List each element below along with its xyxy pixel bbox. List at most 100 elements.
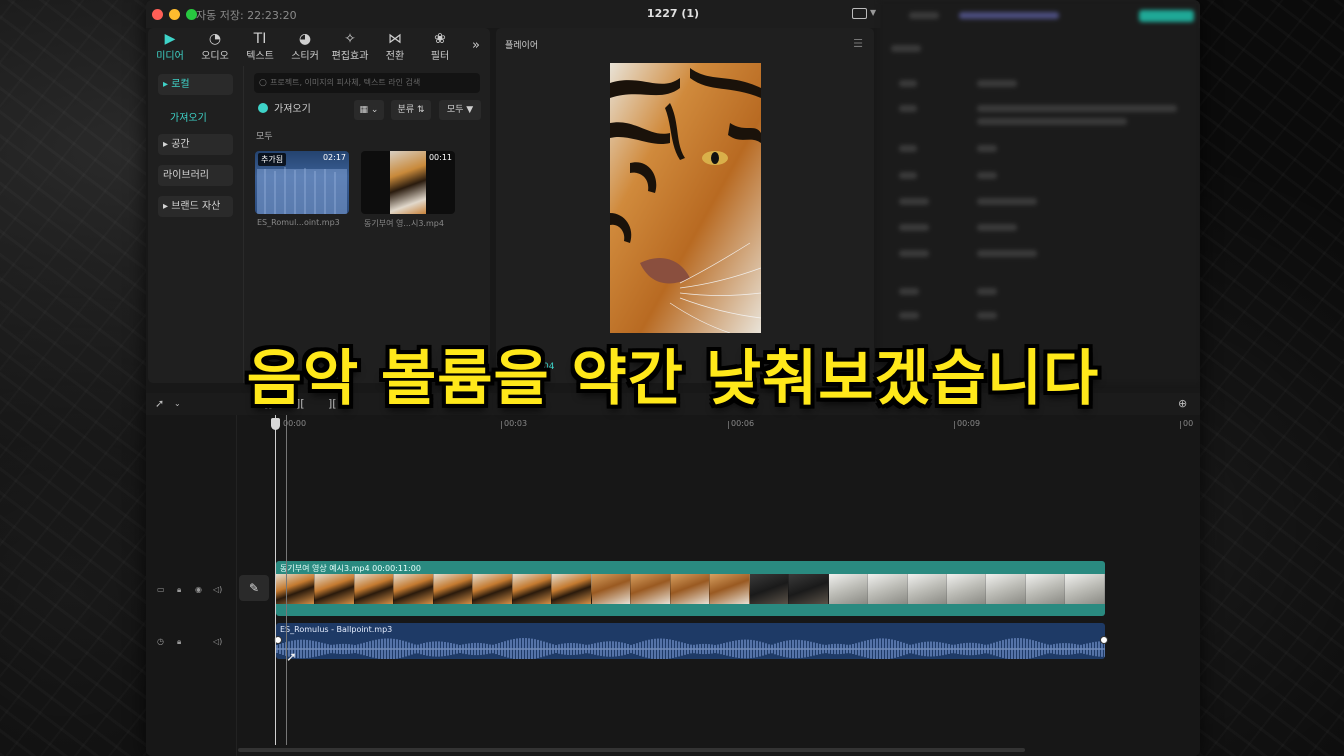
video-clip-label: 동기부여 영상 예시3.mp4 00:00:11:00 [280, 564, 421, 573]
blurred-field [977, 172, 997, 179]
waveform-bar [1011, 638, 1013, 659]
waveform-bar [303, 639, 305, 659]
waveform-bar [936, 641, 938, 657]
playhead[interactable] [275, 415, 276, 745]
media-item-video[interactable]: 00:11 [361, 151, 455, 214]
export-button[interactable] [1139, 10, 1194, 22]
waveform-bar [504, 641, 506, 657]
waveform-bar [999, 640, 1001, 658]
waveform-bar [399, 639, 401, 659]
sidebar-item-space[interactable]: ▸ 공간 [158, 134, 233, 155]
video-frame [394, 574, 434, 604]
waveform-bar [600, 642, 602, 656]
audio-clip[interactable]: ES_Romulus - Ballpoint.mp3 [276, 623, 1105, 659]
speaker-icon[interactable]: ◁) [213, 637, 222, 646]
video-frame [868, 574, 908, 604]
layout-icon[interactable] [852, 8, 867, 19]
preview-video-tiger[interactable] [610, 63, 761, 333]
waveform-bar [765, 643, 767, 655]
speaker-icon[interactable]: ◁) [213, 585, 222, 594]
waveform-bar [474, 642, 476, 656]
sidebar-item-brand-assets[interactable]: ▸ 브랜드 자산 [158, 196, 233, 217]
waveform-bar [468, 643, 470, 655]
waveform-bar [621, 642, 623, 656]
media-toolstrip: ▶ 미디어 ◔ 오디오 TI 텍스트 ◕ 스티커 ✧ 편집효과 ⋈ 전환 ❀ 필터 [148, 28, 490, 64]
tab-transition[interactable]: ⋈ 전환 [373, 31, 417, 62]
sidebar-item-library[interactable]: 라이브러리 [158, 165, 233, 186]
waveform-bar [510, 639, 512, 659]
waveform-bar [1002, 640, 1004, 658]
blurred-field [891, 45, 921, 52]
waveform-bar [852, 643, 854, 655]
waveform-bar [1062, 643, 1064, 655]
blurred-field [899, 224, 929, 231]
filter-all-button[interactable]: 모두 ▼ [439, 100, 481, 120]
waveform-bar [705, 643, 707, 655]
sidebar-item-import[interactable]: 가져오기 [170, 109, 207, 124]
view-mode-toggle[interactable]: ▦ ⌄ [354, 100, 384, 120]
timeline-scrollbar[interactable] [238, 748, 1025, 752]
edit-pencil-button[interactable]: ✎ [239, 575, 269, 601]
waveform-bar [381, 638, 383, 659]
waveform-bar [816, 643, 818, 655]
import-button[interactable]: 가져오기 [258, 100, 311, 115]
playhead-handle[interactable] [271, 418, 280, 430]
sort-button[interactable]: 분류 ⇅ [391, 100, 431, 120]
waveform-bar [1086, 643, 1088, 655]
blurred-field [899, 198, 929, 205]
blurred-field [977, 105, 1177, 112]
eye-icon[interactable]: ◉ [195, 585, 202, 594]
video-frame [670, 574, 711, 604]
waveform-bar [321, 642, 323, 656]
search-icon: ○ [259, 78, 267, 88]
waveform-bar [543, 641, 545, 657]
waveform-bar [555, 644, 557, 654]
lock-icon[interactable]: 🔒︎ [177, 585, 181, 595]
waveform-bar [492, 644, 494, 654]
lock-icon[interactable]: 🔒︎ [177, 637, 181, 647]
waveform-bar [585, 644, 587, 654]
waveform-bar [873, 638, 875, 659]
waveform-bar [582, 644, 584, 654]
waveform-bar [339, 643, 341, 655]
tab-audio[interactable]: ◔ 오디오 [193, 31, 237, 62]
ruler-label: 00 [1183, 419, 1194, 428]
tab-effects[interactable]: ✧ 편집효과 [328, 31, 372, 62]
audio-duration: 02:17 [322, 153, 346, 162]
more-tools-icon[interactable]: » [472, 38, 480, 53]
waveform-bar [333, 644, 335, 654]
video-frame [512, 574, 553, 604]
waveform-bar [540, 640, 542, 658]
waveform-bar [837, 643, 839, 655]
media-search-input[interactable]: ○ 프로젝트, 이미지의 피사체, 텍스트 라인 검색 [254, 73, 480, 93]
chevron-down-icon[interactable]: ▼ [870, 8, 876, 17]
media-item-audio[interactable]: 추가됨 02:17 [255, 151, 349, 214]
video-frame [1025, 574, 1066, 604]
video-clip[interactable]: 동기부여 영상 예시3.mp4 00:00:11:00 [276, 561, 1105, 616]
tab-sticker[interactable]: ◕ 스티커 [283, 31, 327, 62]
blurred-field [899, 250, 929, 257]
waveform-bar [594, 643, 596, 655]
waveform-bar [768, 644, 770, 654]
tab-filter[interactable]: ❀ 필터 [418, 31, 462, 62]
menu-icon[interactable]: ☰ [853, 37, 863, 50]
sidebar-item-local[interactable]: ▸ 로컬 [158, 74, 233, 95]
waveform-bar [1056, 643, 1058, 655]
volume-keyframe[interactable] [1100, 636, 1108, 644]
waveform-bar [996, 641, 998, 657]
waveform-bar [366, 641, 368, 657]
waveform-bar [408, 642, 410, 656]
waveform-bar [867, 640, 869, 658]
waveform-bar [825, 644, 827, 654]
waveform-bar [609, 641, 611, 657]
waveform-bar [450, 643, 452, 655]
waveform-bar [1020, 638, 1022, 659]
waveform-bar [678, 641, 680, 657]
waveform-bar [645, 640, 647, 658]
tab-media[interactable]: ▶ 미디어 [148, 31, 192, 62]
tab-text[interactable]: TI 텍스트 [238, 31, 282, 62]
waveform-bar [480, 643, 482, 655]
waveform-bar [348, 644, 350, 654]
blurred-field [899, 80, 917, 87]
video-frame [473, 574, 513, 604]
